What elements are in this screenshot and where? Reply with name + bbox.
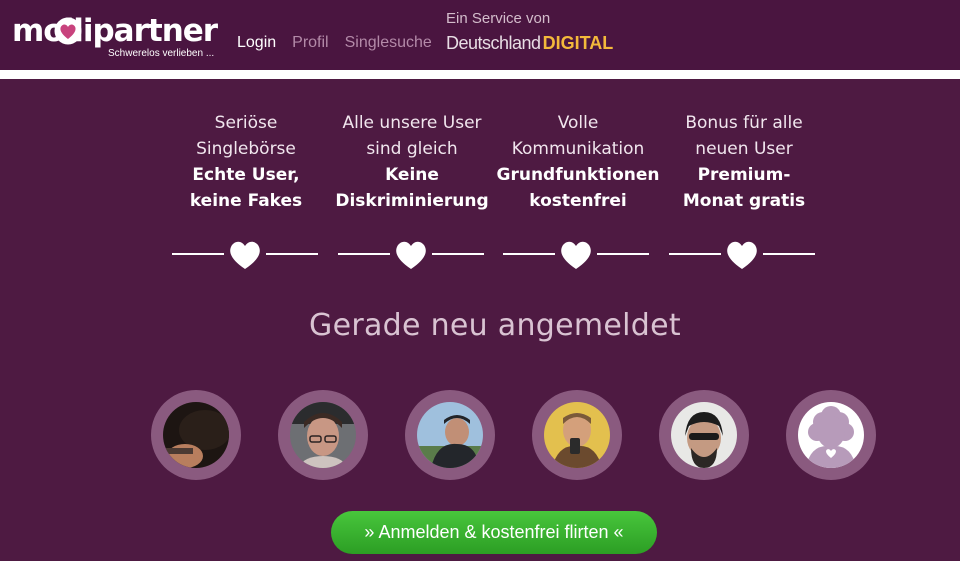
- logo[interactable]: mollipartner Schwerelos verlieben ...: [12, 12, 218, 60]
- feature-highlight: Echte User,: [192, 165, 300, 185]
- feature-highlight: keine Fakes: [189, 191, 303, 211]
- nav-profil-link[interactable]: Profil: [292, 34, 328, 54]
- avatar-photo: [417, 402, 483, 468]
- avatar-photo: [290, 402, 356, 468]
- new-user-avatar[interactable]: [659, 390, 749, 480]
- main-nav: Login Profil Singlesuche: [237, 34, 432, 54]
- feature-item: Seriöse Singlebörse Echte User, keine Fa…: [163, 110, 329, 214]
- feature-item: Volle Kommunikation Grundfunktionen kost…: [495, 110, 661, 214]
- avatar-placeholder-icon: [798, 402, 864, 468]
- new-user-avatar[interactable]: [532, 390, 622, 480]
- service-brand-suffix: DIGITAL: [542, 33, 614, 53]
- new-user-avatar[interactable]: [405, 390, 495, 480]
- section-title: Gerade neu angemeldet: [309, 308, 681, 343]
- register-flirt-button[interactable]: » Anmelden & kostenfrei flirten «: [331, 511, 657, 554]
- feature-highlight: Premium-: [697, 165, 791, 185]
- avatar-photo: [671, 402, 737, 468]
- feature-highlight: kostenfrei: [529, 191, 627, 211]
- logo-text: mollipartner: [12, 13, 218, 49]
- feature-text: Volle: [557, 113, 599, 133]
- header-divider: [0, 70, 960, 79]
- feature-text: Alle unsere User: [342, 113, 482, 133]
- feature-text: Seriöse: [214, 113, 278, 133]
- new-user-avatar[interactable]: [151, 390, 241, 480]
- heart-divider-icon: [172, 241, 318, 269]
- feature-highlight: Monat gratis: [682, 191, 806, 211]
- heart-divider-icon: [338, 241, 484, 269]
- feature-text: neuen User: [695, 139, 793, 159]
- site-header: mollipartner Schwerelos verlieben ... Lo…: [0, 0, 960, 70]
- feature-text: sind gleich: [366, 139, 458, 159]
- feature-highlight: Grundfunktionen: [496, 165, 660, 185]
- heart-divider-icon: [669, 241, 815, 269]
- logo-heart-icon: [54, 17, 82, 45]
- new-user-avatar[interactable]: [278, 390, 368, 480]
- avatar-photo: [544, 402, 610, 468]
- logo-tagline: Schwerelos verlieben ...: [108, 48, 215, 59]
- nav-login-link[interactable]: Login: [237, 34, 276, 54]
- feature-item: Bonus für alle neuen User Premium- Monat…: [661, 110, 827, 214]
- feature-highlight: Diskriminierung: [335, 191, 489, 211]
- heart-divider-icon: [503, 241, 649, 269]
- avatar-photo: [163, 402, 229, 468]
- nav-singlesuche-link[interactable]: Singlesuche: [345, 34, 432, 54]
- feature-text: Kommunikation: [511, 139, 645, 159]
- feature-text: Singlebörse: [196, 139, 296, 159]
- feature-item: Alle unsere User sind gleich Keine Diskr…: [329, 110, 495, 214]
- service-brand-logo: Deutschland DIGITAL: [446, 33, 626, 54]
- feature-text: Bonus für alle: [685, 113, 803, 133]
- feature-highlight: Keine: [385, 165, 439, 185]
- service-label: Ein Service von: [446, 10, 551, 27]
- new-user-avatar[interactable]: [786, 390, 876, 480]
- service-badge[interactable]: Ein Service von Deutschland DIGITAL: [446, 10, 626, 54]
- service-brand-name: Deutschland: [446, 33, 541, 53]
